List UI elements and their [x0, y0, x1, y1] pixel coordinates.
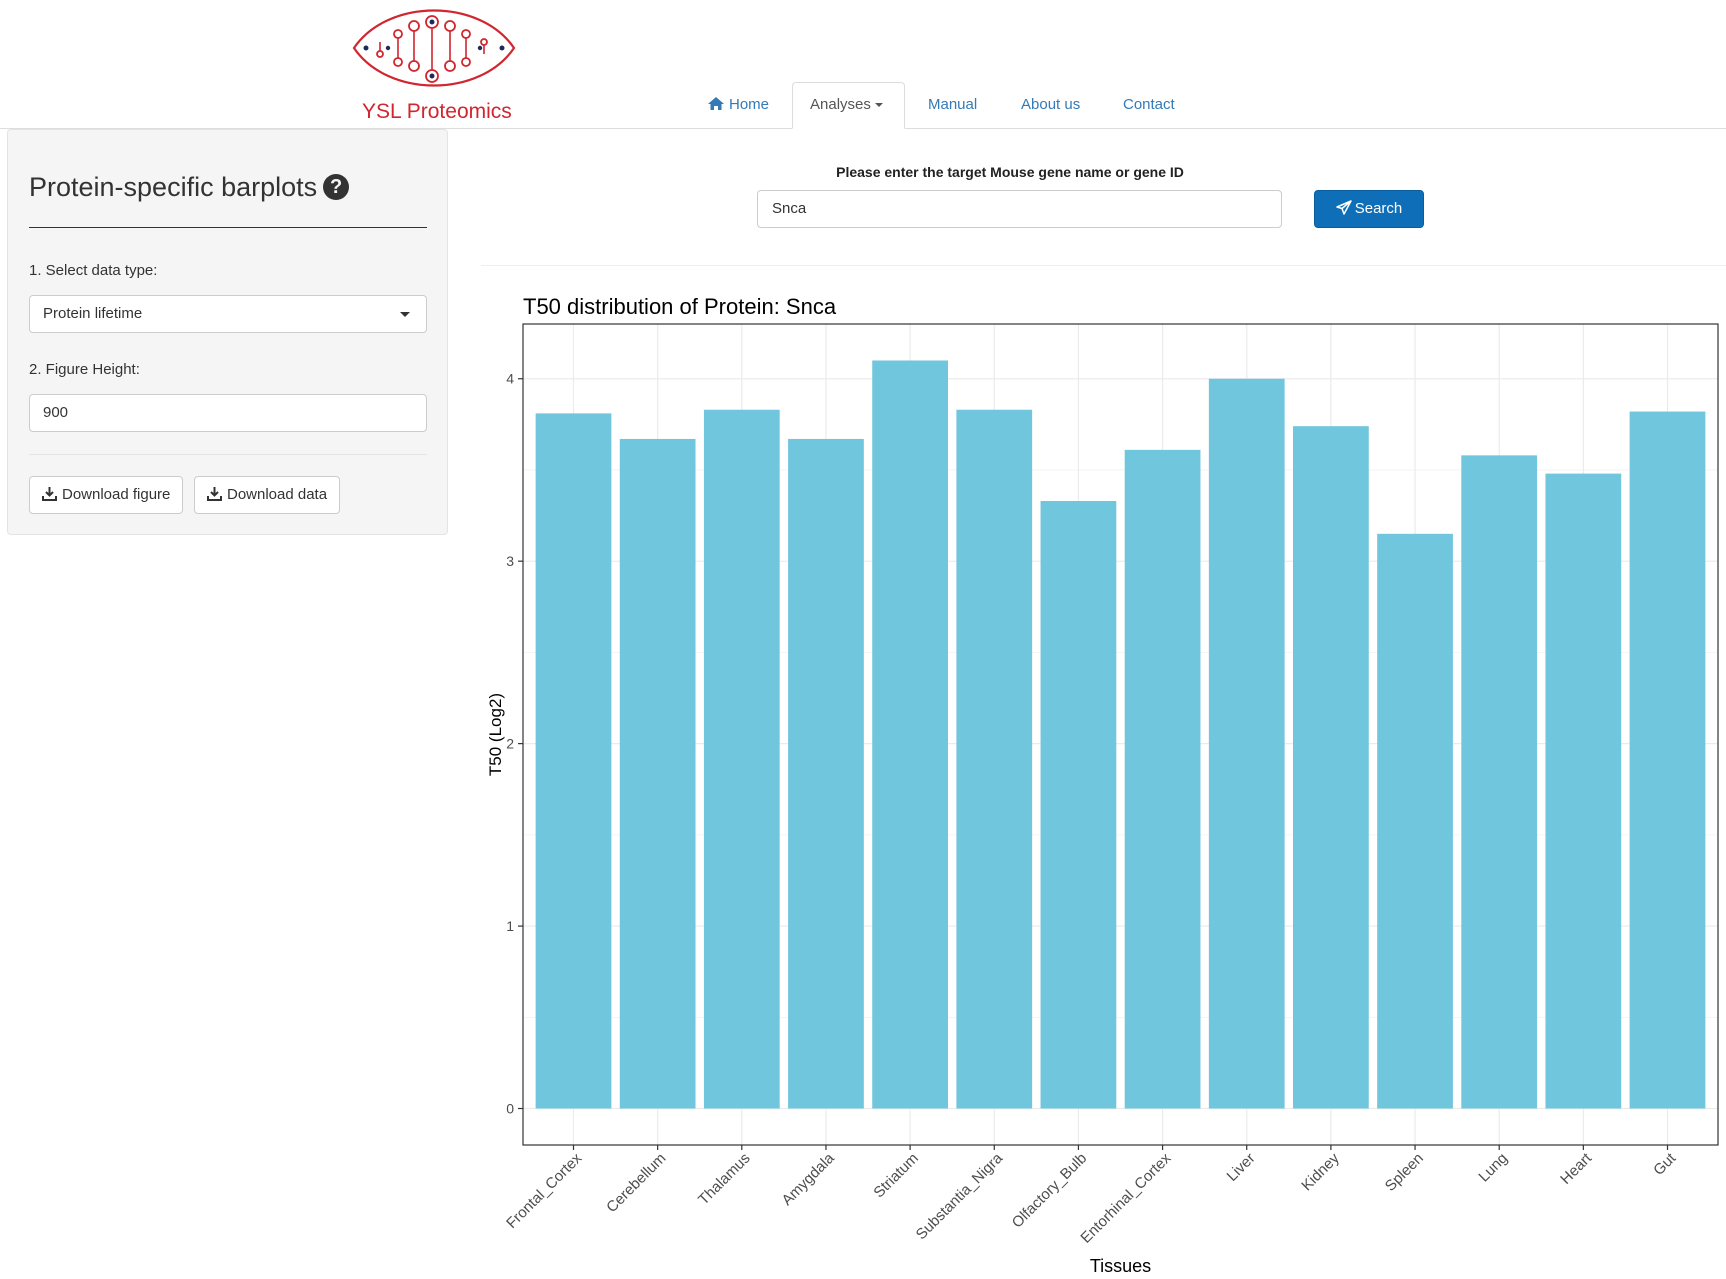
x-tick-label: Entorhinal_Cortex — [1077, 1149, 1174, 1246]
bar-chart: 0 1 2 3 4 Frontal_Cortex Cerebellum Thalamus Amy… — [486, 294, 1719, 1276]
x-tick-label: Kidney — [1298, 1149, 1343, 1194]
y-tick-label: 1 — [506, 918, 514, 934]
bar — [1545, 473, 1622, 1109]
x-tick-label: Cerebellum — [603, 1150, 669, 1216]
bar — [703, 409, 780, 1109]
bar — [1377, 533, 1453, 1109]
y-tick-label: 2 — [506, 736, 514, 752]
x-tick-label: Striatum — [870, 1150, 922, 1202]
bar — [1293, 426, 1369, 1109]
bar — [1124, 449, 1201, 1109]
x-tick-label: Substantia_Nigra — [913, 1149, 1007, 1243]
bar — [1040, 500, 1117, 1109]
y-axis-title: T50 (Log2) — [486, 693, 505, 776]
bar — [535, 413, 612, 1109]
x-tick-label: Heart — [1557, 1149, 1596, 1188]
x-tick-label: Spleen — [1382, 1150, 1427, 1195]
x-axis-title: Tissues — [1090, 1256, 1151, 1276]
x-tick-label: Thalamus — [695, 1150, 754, 1209]
chart-title: T50 distribution of Protein: Snca — [523, 294, 837, 319]
y-tick-label: 0 — [506, 1101, 514, 1117]
bar — [956, 409, 1033, 1109]
x-tick-label: Frontal_Cortex — [503, 1149, 586, 1232]
bar — [619, 438, 696, 1109]
x-tick-label: Olfactory_Bulb — [1009, 1150, 1091, 1232]
bar — [788, 438, 864, 1109]
x-tick-label: Liver — [1224, 1150, 1259, 1185]
x-tick-label: Amygdala — [779, 1149, 839, 1209]
x-tick-label: Lung — [1475, 1150, 1511, 1186]
x-tick-label: Gut — [1650, 1149, 1680, 1179]
bar — [1208, 378, 1285, 1109]
plot-panel — [523, 324, 1718, 1145]
bar — [1629, 411, 1706, 1109]
y-tick-label: 4 — [506, 371, 514, 387]
y-tick-label: 3 — [506, 553, 514, 569]
bar — [1461, 455, 1538, 1109]
bar — [872, 360, 948, 1109]
